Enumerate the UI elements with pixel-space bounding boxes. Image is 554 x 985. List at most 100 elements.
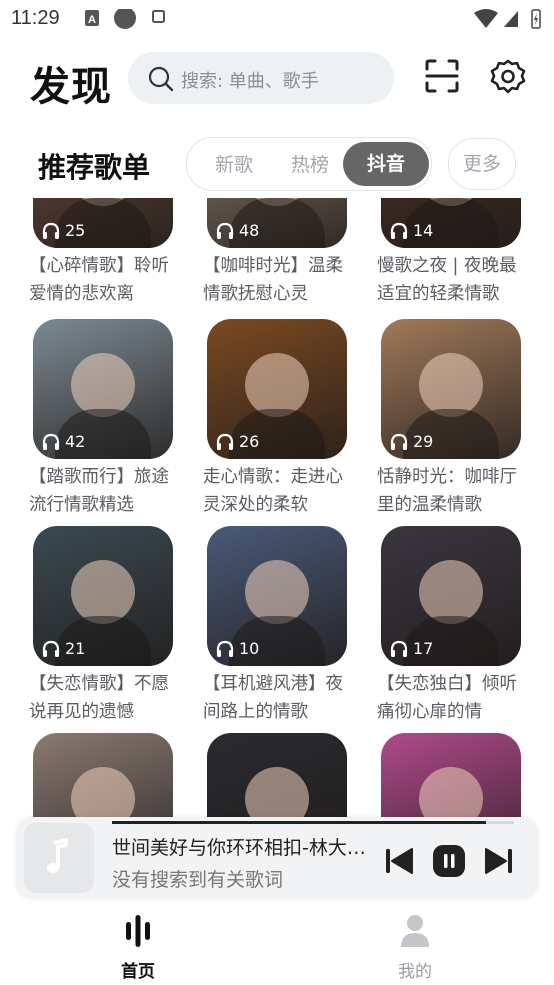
cover-figure xyxy=(71,353,135,417)
lyric-text: 没有搜索到有关歌词 xyxy=(112,869,284,891)
play-count-value: 26 xyxy=(239,432,260,451)
playlist-card[interactable]: 17 【失恋独白】倾听痛彻心扉的情 xyxy=(377,526,523,722)
more-button[interactable]: 更多 xyxy=(448,138,516,190)
playlist-card[interactable]: 26 走心情歌：走进心灵深处的柔软 xyxy=(203,319,349,515)
record-dot-icon xyxy=(114,9,136,29)
play-count: 17 xyxy=(389,639,433,658)
headphones-icon xyxy=(42,640,60,657)
playlist-cover-image[interactable]: 26 xyxy=(207,319,347,459)
playlist-card[interactable]: 14 慢歌之夜 | 夜晚最适宜的轻柔情歌 xyxy=(377,198,523,304)
play-count: 10 xyxy=(215,639,259,658)
playlist-cover-image[interactable]: 29 xyxy=(381,319,521,459)
play-count: 21 xyxy=(41,639,85,658)
sim-a-icon: A xyxy=(85,10,99,26)
music-note-icon xyxy=(47,838,68,873)
play-count-value: 14 xyxy=(413,221,434,240)
playlist-cover-image[interactable]: 17 xyxy=(381,526,521,666)
battery-icon xyxy=(531,9,541,29)
home-waveform-icon xyxy=(126,915,150,947)
now-playing-title: 世间美好与你环环相扣-林大… xyxy=(112,837,366,859)
tab-hot-chart[interactable]: 热榜 xyxy=(291,150,329,177)
wifi-icon xyxy=(474,9,498,28)
playlist-title[interactable]: 【踏歌而行】旅途流行情歌精选 xyxy=(29,463,177,519)
playlist-title[interactable]: 慢歌之夜 | 夜晚最适宜的轻柔情歌 xyxy=(377,252,525,308)
playlist-title[interactable]: 【咖啡时光】温柔情歌抚慰心灵 xyxy=(203,252,351,308)
recommend-section-header: 推荐歌单 新歌 热榜 抖音 更多 xyxy=(0,136,554,192)
cover-figure xyxy=(245,560,309,624)
playlist-title[interactable]: 【失恋情歌】不愿说再见的遗憾 xyxy=(29,670,177,726)
nav-mine[interactable]: 我的 xyxy=(375,913,455,982)
status-time: 11:29 xyxy=(11,7,60,29)
play-count: 14 xyxy=(389,221,433,240)
search-placeholder: 搜索: 单曲、歌手 xyxy=(181,71,319,92)
pause-icon[interactable] xyxy=(432,844,466,878)
headphones-icon xyxy=(216,640,234,657)
bottom-nav: 首页 我的 xyxy=(0,905,554,985)
playlist-cover-image[interactable]: 14 xyxy=(381,198,521,248)
playlist-cover-image[interactable]: 21 xyxy=(33,526,173,666)
tab-douyin[interactable]: 抖音 xyxy=(343,142,429,186)
play-count-value: 42 xyxy=(65,432,86,451)
cover-figure xyxy=(419,353,483,417)
playlist-title[interactable]: 走心情歌：走进心灵深处的柔软 xyxy=(203,463,351,519)
next-track-icon[interactable] xyxy=(484,846,514,876)
playlist-title[interactable]: 恬静时光：咖啡厅里的温柔情歌 xyxy=(377,463,525,519)
headphones-icon xyxy=(42,222,60,239)
play-count: 48 xyxy=(215,221,259,240)
playlist-card[interactable]: 10 【耳机避风港】夜间路上的情歌 xyxy=(203,526,349,722)
play-count-value: 21 xyxy=(65,639,86,658)
signal-icon xyxy=(504,11,518,27)
headphones-icon xyxy=(216,433,234,450)
playlist-title[interactable]: 【失恋独白】倾听痛彻心扉的情 xyxy=(377,670,525,726)
playlist-cover-image[interactable]: 25 xyxy=(33,198,173,248)
play-count: 42 xyxy=(41,432,85,451)
mini-player[interactable]: 世间美好与你环环相扣-林大… 没有搜索到有关歌词 xyxy=(16,817,538,899)
playlist-cover-image[interactable]: 48 xyxy=(207,198,347,248)
play-count-value: 10 xyxy=(239,639,260,658)
headphones-icon xyxy=(216,222,234,239)
headphones-icon xyxy=(42,433,60,450)
album-art[interactable] xyxy=(24,823,94,893)
page-title: 发现 xyxy=(30,64,112,110)
cover-figure xyxy=(71,560,135,624)
previous-track-icon[interactable] xyxy=(384,846,414,876)
playlist-cover-image[interactable]: 42 xyxy=(33,319,173,459)
cover-figure xyxy=(245,353,309,417)
playlist-title[interactable]: 【心碎情歌】聆听爱情的悲欢离 xyxy=(29,252,177,308)
section-title: 推荐歌单 xyxy=(38,151,151,184)
nav-mine-label: 我的 xyxy=(398,962,432,982)
header: 发现 搜索: 单曲、歌手 xyxy=(0,48,554,110)
playlist-card[interactable]: 21 【失恋情歌】不愿说再见的遗憾 xyxy=(29,526,175,722)
play-count-value: 48 xyxy=(239,221,260,240)
playlist-title[interactable]: 【耳机避风港】夜间路上的情歌 xyxy=(203,670,351,726)
settings-gear-icon[interactable] xyxy=(489,58,527,96)
tab-new-songs[interactable]: 新歌 xyxy=(215,150,253,177)
headphones-icon xyxy=(390,433,408,450)
playlist-grid: 25 【心碎情歌】聆听爱情的悲欢离 48 【咖啡时光】温柔情歌抚慰心灵 14 慢歌之夜 |… xyxy=(0,198,554,910)
nav-home-label: 首页 xyxy=(121,962,155,982)
search-icon xyxy=(148,66,174,92)
status-bar: 11:29 A xyxy=(0,0,554,38)
play-count-value: 29 xyxy=(413,432,434,451)
play-count: 29 xyxy=(389,432,433,451)
square-icon xyxy=(152,10,165,23)
headphones-icon xyxy=(390,222,408,239)
headphones-icon xyxy=(390,640,408,657)
playlist-cover-image[interactable]: 10 xyxy=(207,526,347,666)
play-count-value: 17 xyxy=(413,639,434,658)
playlist-card[interactable]: 42 【踏歌而行】旅途流行情歌精选 xyxy=(29,319,175,515)
cover-figure xyxy=(419,560,483,624)
playlist-card[interactable]: 48 【咖啡时光】温柔情歌抚慰心灵 xyxy=(203,198,349,304)
play-count: 25 xyxy=(41,221,85,240)
tab-group: 新歌 热榜 抖音 xyxy=(186,137,432,191)
search-bar[interactable]: 搜索: 单曲、歌手 xyxy=(128,52,394,104)
play-count-value: 25 xyxy=(65,221,86,240)
play-count: 26 xyxy=(215,432,259,451)
playlist-card[interactable]: 25 【心碎情歌】聆听爱情的悲欢离 xyxy=(29,198,175,304)
playback-progress[interactable] xyxy=(112,821,514,824)
svg-text:A: A xyxy=(88,14,96,26)
nav-home[interactable]: 首页 xyxy=(98,913,178,982)
user-icon xyxy=(401,915,429,947)
scan-icon[interactable] xyxy=(424,58,460,94)
playlist-card[interactable]: 29 恬静时光：咖啡厅里的温柔情歌 xyxy=(377,319,523,515)
